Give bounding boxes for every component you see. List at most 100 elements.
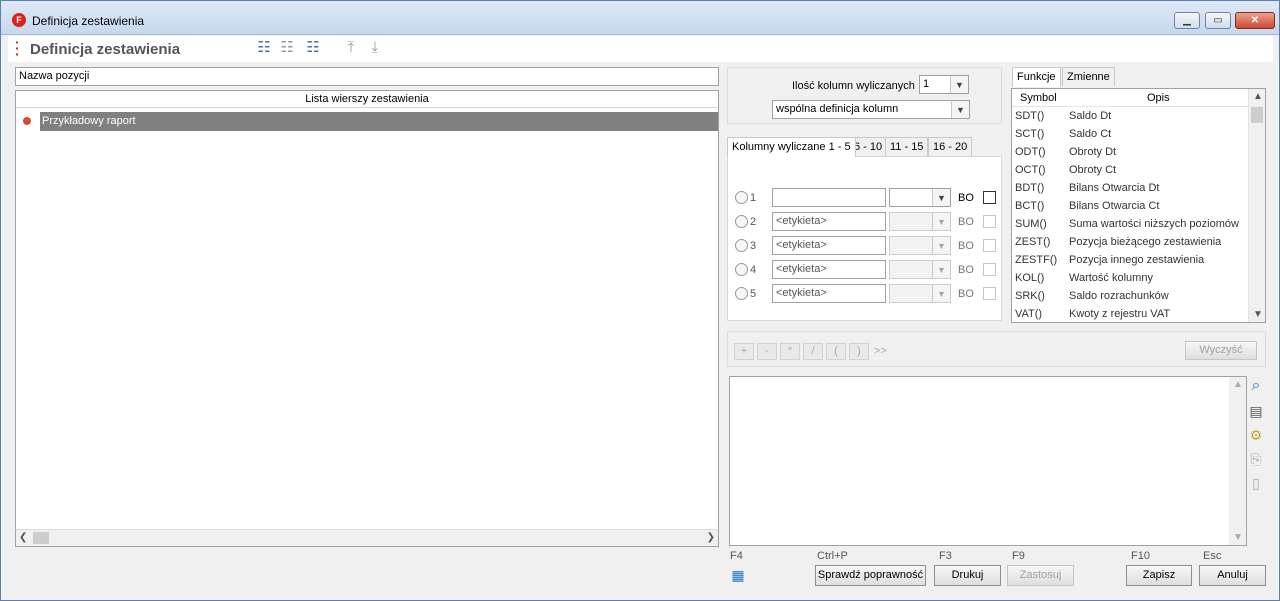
paste-icon[interactable]: ⎘ xyxy=(1247,450,1265,468)
print-button[interactable]: Drukuj xyxy=(934,565,1001,586)
editor-scrollbar[interactable]: ▲ ▼ xyxy=(1229,377,1246,545)
definition-mode-select[interactable]: wspólna definicja kolumn ▼ xyxy=(772,100,970,119)
function-row[interactable]: VAT() Kwoty z rejestru VAT xyxy=(1012,305,1248,322)
minimize-button[interactable]: ▁ xyxy=(1174,12,1200,29)
apply-button[interactable]: Zastosuj xyxy=(1007,565,1074,586)
operator-plus-button[interactable]: + xyxy=(734,343,754,360)
name-field[interactable]: Nazwa pozycji xyxy=(15,67,719,86)
column-type-select[interactable]: ▼ xyxy=(889,284,951,303)
edit-row-icon[interactable]: ☷ xyxy=(278,39,296,57)
operator-open-paren-button[interactable]: ( xyxy=(826,343,846,360)
operator-multiply-button[interactable]: * xyxy=(780,343,800,360)
bo-label: BO xyxy=(958,216,974,228)
column-type-select[interactable]: ▼ xyxy=(889,188,951,207)
tab-columns-16-20[interactable]: 16 - 20 xyxy=(928,137,973,156)
close-button[interactable]: ✕ xyxy=(1235,12,1275,29)
cancel-button[interactable]: Anuluj xyxy=(1199,565,1266,586)
column-label-input[interactable]: <etykieta> xyxy=(772,212,886,231)
column-radio[interactable] xyxy=(735,191,748,204)
column-radio[interactable] xyxy=(735,239,748,252)
function-row[interactable]: ODT() Obroty Dt xyxy=(1012,143,1248,161)
scroll-right-icon[interactable]: ❯ xyxy=(707,532,715,543)
function-symbol: KOL() xyxy=(1015,272,1045,284)
column-label-input[interactable]: <etykieta> xyxy=(772,284,886,303)
gears-icon[interactable]: ⚙ xyxy=(1247,426,1265,444)
scroll-left-icon[interactable]: ❮ xyxy=(19,532,27,543)
scroll-down-icon[interactable]: ▼ xyxy=(1233,532,1243,543)
column-radio[interactable] xyxy=(735,263,748,276)
delete-row-icon[interactable]: ☷ xyxy=(304,39,322,57)
window-title: Definicja zestawienia xyxy=(32,14,145,28)
function-description: Kwoty z rejestru VAT xyxy=(1069,308,1171,320)
bo-checkbox[interactable] xyxy=(983,191,996,204)
operator-minus-button[interactable]: - xyxy=(757,343,777,360)
function-row[interactable]: SDT() Saldo Dt xyxy=(1012,107,1248,125)
move-down-icon[interactable]: ⤓ xyxy=(366,39,384,57)
operator-insert-button[interactable]: >> xyxy=(874,345,887,357)
list-icon[interactable]: ▤ xyxy=(1247,402,1265,420)
function-row[interactable]: KOL() Wartość kolumny xyxy=(1012,269,1248,287)
function-row[interactable]: SUM() Suma wartości niższych poziomów xyxy=(1012,215,1248,233)
bo-checkbox[interactable] xyxy=(983,263,996,276)
functions-table[interactable]: Symbol Opis SDT() Saldo Dt SCT() Saldo Ct OD… xyxy=(1011,88,1266,323)
clear-button[interactable]: Wyczyść xyxy=(1185,341,1257,360)
header-bar: · · · Definicja zestawienia ☷ ☷ ☷ ⤒ ⤓ xyxy=(8,35,1273,62)
column-number: 4 xyxy=(750,264,757,276)
chevron-down-icon: ▼ xyxy=(951,101,969,118)
function-description: Obroty Dt xyxy=(1069,146,1117,158)
save-button[interactable]: Zapisz xyxy=(1126,565,1192,586)
function-row[interactable]: ZESTF() Pozycja innego zestawienia xyxy=(1012,251,1248,269)
tab-columns-1-5[interactable]: Kolumny wyliczane 1 - 5 xyxy=(727,137,856,157)
check-button[interactable]: Sprawdź poprawność xyxy=(815,565,926,586)
column-type-select[interactable]: ▼ xyxy=(889,212,951,231)
scroll-up-icon[interactable]: ▲ xyxy=(1233,379,1243,390)
add-row-icon[interactable]: ☷ xyxy=(255,39,273,57)
operator-divide-button[interactable]: / xyxy=(803,343,823,360)
function-row[interactable]: ZEST() Pozycja bieżącego zestawienia xyxy=(1012,233,1248,251)
column-label-input[interactable]: <etykieta> xyxy=(772,260,886,279)
calculator-icon[interactable]: ▦ xyxy=(729,566,747,584)
scroll-thumb[interactable] xyxy=(1251,107,1263,123)
move-up-icon[interactable]: ⤒ xyxy=(342,39,360,57)
column-type-select[interactable]: ▼ xyxy=(889,236,951,255)
list-item-label: Przykładowy raport xyxy=(40,112,718,131)
scroll-up-icon[interactable]: ▲ xyxy=(1253,91,1263,102)
document-icon[interactable]: ▯ xyxy=(1247,474,1265,492)
tab-zmienne[interactable]: Zmienne xyxy=(1062,67,1115,86)
maximize-button[interactable]: ▭ xyxy=(1205,12,1231,29)
function-symbol: OCT() xyxy=(1015,164,1046,176)
function-row[interactable]: OCT() Obroty Ct xyxy=(1012,161,1248,179)
scroll-thumb[interactable] xyxy=(33,532,49,544)
list-item[interactable]: Przykładowy raport xyxy=(16,112,718,131)
function-row[interactable]: SRK() Saldo rozrachunków xyxy=(1012,287,1248,305)
function-row[interactable]: BDT() Bilans Otwarcia Dt xyxy=(1012,179,1248,197)
column-label-input[interactable]: <etykieta> xyxy=(772,236,886,255)
function-symbol: SCT() xyxy=(1015,128,1045,140)
chevron-down-icon: ▼ xyxy=(950,76,968,93)
col-opis-header: Opis xyxy=(1147,92,1170,104)
horizontal-scrollbar[interactable]: ❮ ❯ xyxy=(15,529,719,547)
functions-scrollbar[interactable]: ▲ ▼ xyxy=(1248,89,1265,322)
search-icon[interactable]: ⌕ xyxy=(1247,377,1265,395)
columns-count-select[interactable]: 1 ▼ xyxy=(919,75,969,94)
formula-editor[interactable]: ▲ ▼ xyxy=(729,376,1247,546)
tab-columns-11-15[interactable]: 11 - 15 xyxy=(885,137,929,156)
operator-close-paren-button[interactable]: ) xyxy=(849,343,869,360)
bo-checkbox[interactable] xyxy=(983,287,996,300)
column-label-input[interactable] xyxy=(772,188,886,207)
scroll-down-icon[interactable]: ▼ xyxy=(1253,309,1263,320)
rows-list[interactable]: Lista wierszy zestawienia Przykładowy ra… xyxy=(15,90,719,547)
bo-label: BO xyxy=(958,264,974,276)
tab-funkcje[interactable]: Funkcje xyxy=(1012,67,1061,87)
column-radio[interactable] xyxy=(735,215,748,228)
apply-key-hint: F9 xyxy=(1012,550,1025,562)
main-window: F Definicja zestawienia ▁ ▭ ✕ · · · Defini… xyxy=(0,0,1280,601)
bo-checkbox[interactable] xyxy=(983,239,996,252)
title-bar[interactable]: F Definicja zestawienia ▁ ▭ ✕ xyxy=(1,1,1279,35)
column-type-select[interactable]: ▼ xyxy=(889,260,951,279)
function-symbol: ZESTF() xyxy=(1015,254,1058,266)
bo-checkbox[interactable] xyxy=(983,215,996,228)
column-radio[interactable] xyxy=(735,287,748,300)
function-row[interactable]: BCT() Bilans Otwarcia Ct xyxy=(1012,197,1248,215)
function-row[interactable]: SCT() Saldo Ct xyxy=(1012,125,1248,143)
